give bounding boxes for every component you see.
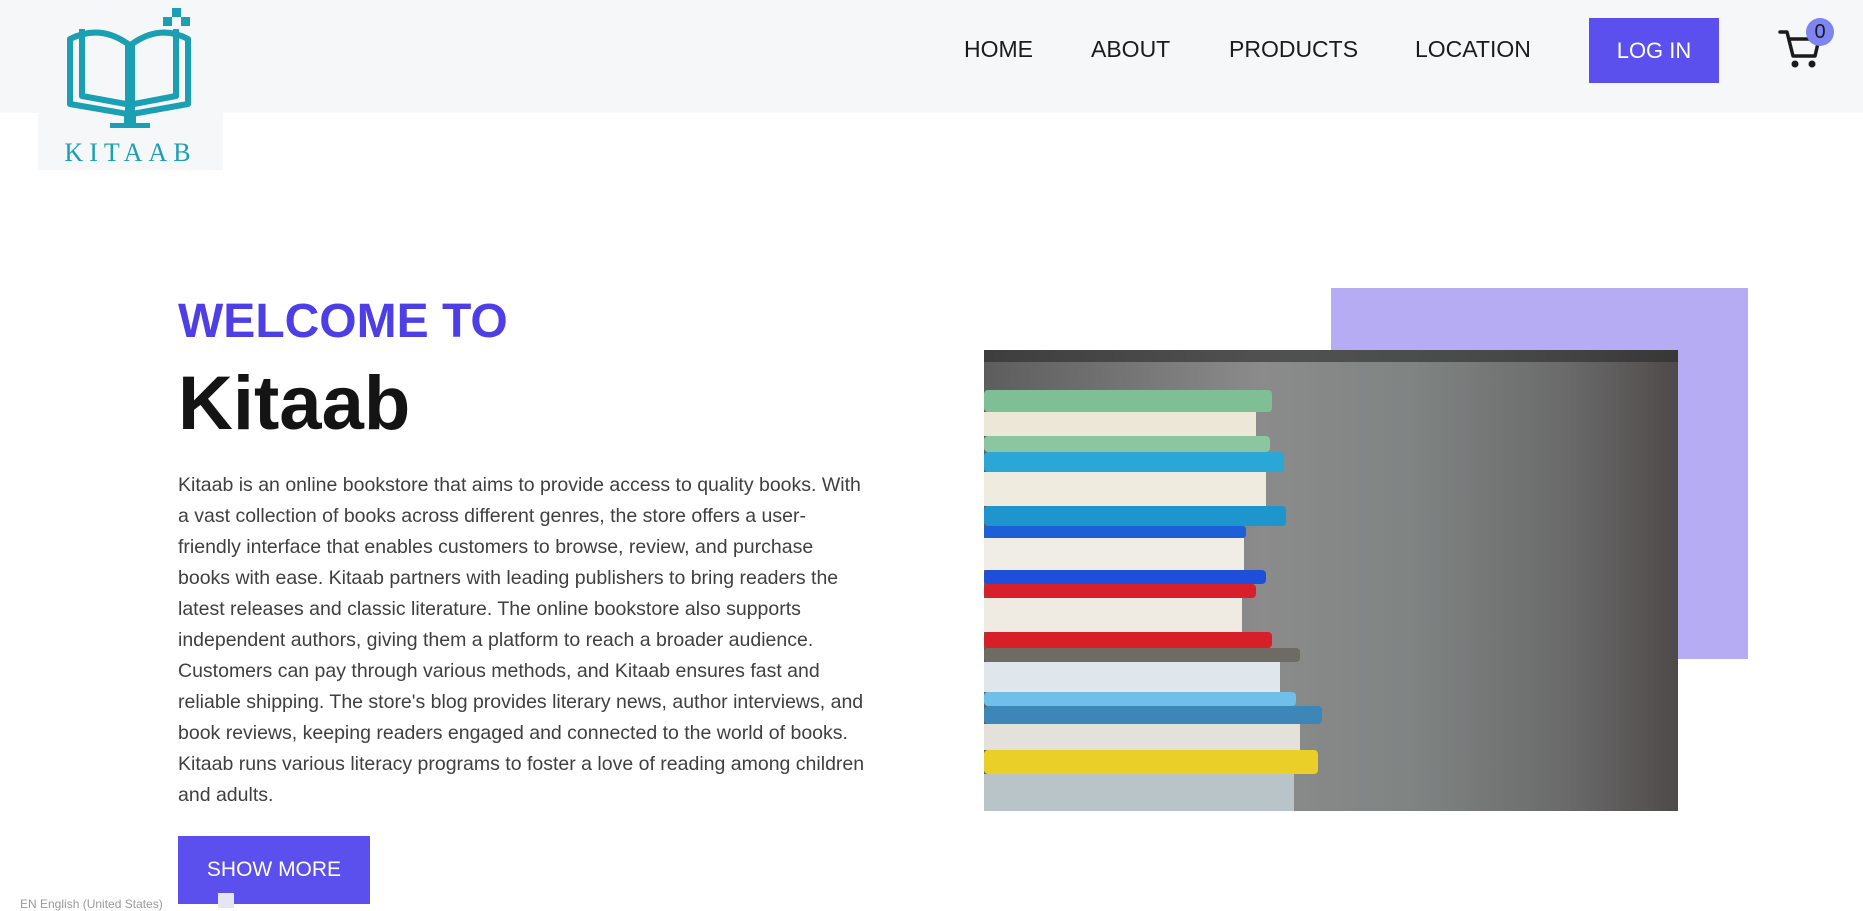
open-book-monitor-icon <box>67 8 191 128</box>
hero-eyebrow: WELCOME TO <box>178 295 508 348</box>
language-indicator[interactable]: EN English (United States) <box>20 897 163 911</box>
stacked-books-photo <box>984 350 1678 811</box>
show-more-button[interactable]: SHOW MORE <box>178 836 370 904</box>
hero-title: Kitaab <box>178 361 411 446</box>
hero-description: Kitaab is an online bookstore that aims … <box>178 474 865 806</box>
top-navigation-bar <box>0 0 1863 113</box>
logo-wordmark: KITAAB <box>64 138 197 167</box>
nav-home-link[interactable]: HOME <box>964 36 1033 63</box>
nav-location-link[interactable]: LOCATION <box>1415 36 1531 63</box>
site-logo[interactable]: KITAAB <box>38 0 223 170</box>
login-button[interactable]: LOG IN <box>1589 18 1719 83</box>
cart-count-badge: 0 <box>1806 18 1834 46</box>
nav-about-link[interactable]: ABOUT <box>1091 36 1170 63</box>
keyboard-layout-icon <box>218 893 234 908</box>
nav-products-link[interactable]: PRODUCTS <box>1229 36 1358 63</box>
